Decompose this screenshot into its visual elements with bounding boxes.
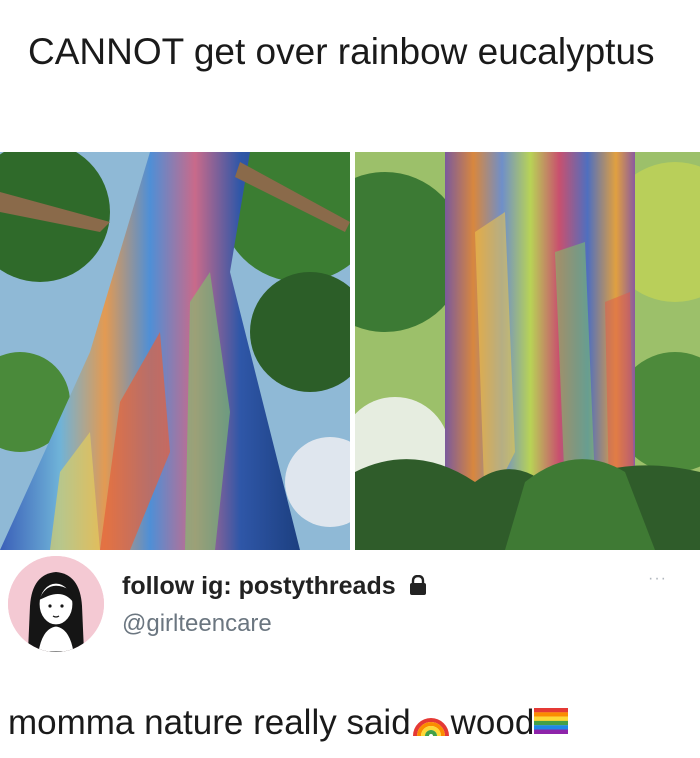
tweet-card: follow ig: postythreads @girlteencare ··… bbox=[0, 550, 700, 758]
tweet-text: momma nature really said wood bbox=[8, 700, 569, 745]
tree-photo-right-graphic bbox=[355, 152, 700, 550]
avatar-illustration bbox=[8, 556, 104, 652]
display-name: follow ig: postythreads bbox=[122, 572, 396, 600]
display-name-row[interactable]: follow ig: postythreads bbox=[122, 572, 427, 602]
more-options-icon[interactable]: ··· bbox=[648, 570, 667, 588]
rainbow-eucalyptus-photo-right[interactable] bbox=[355, 152, 700, 550]
lock-icon bbox=[409, 573, 427, 602]
tweet-text-part1: momma nature really said bbox=[8, 702, 411, 742]
user-handle[interactable]: @girlteencare bbox=[122, 610, 272, 638]
rainbow-emoji bbox=[411, 700, 451, 745]
avatar[interactable] bbox=[8, 556, 104, 652]
tree-photo-left-graphic bbox=[0, 152, 350, 550]
tweet-text-part2: wood bbox=[450, 702, 535, 742]
rainbow-eucalyptus-photo-left[interactable] bbox=[0, 152, 350, 550]
post-caption: CANNOT get over rainbow eucalyptus bbox=[28, 31, 655, 72]
rainbow-flag-emoji bbox=[534, 703, 569, 743]
